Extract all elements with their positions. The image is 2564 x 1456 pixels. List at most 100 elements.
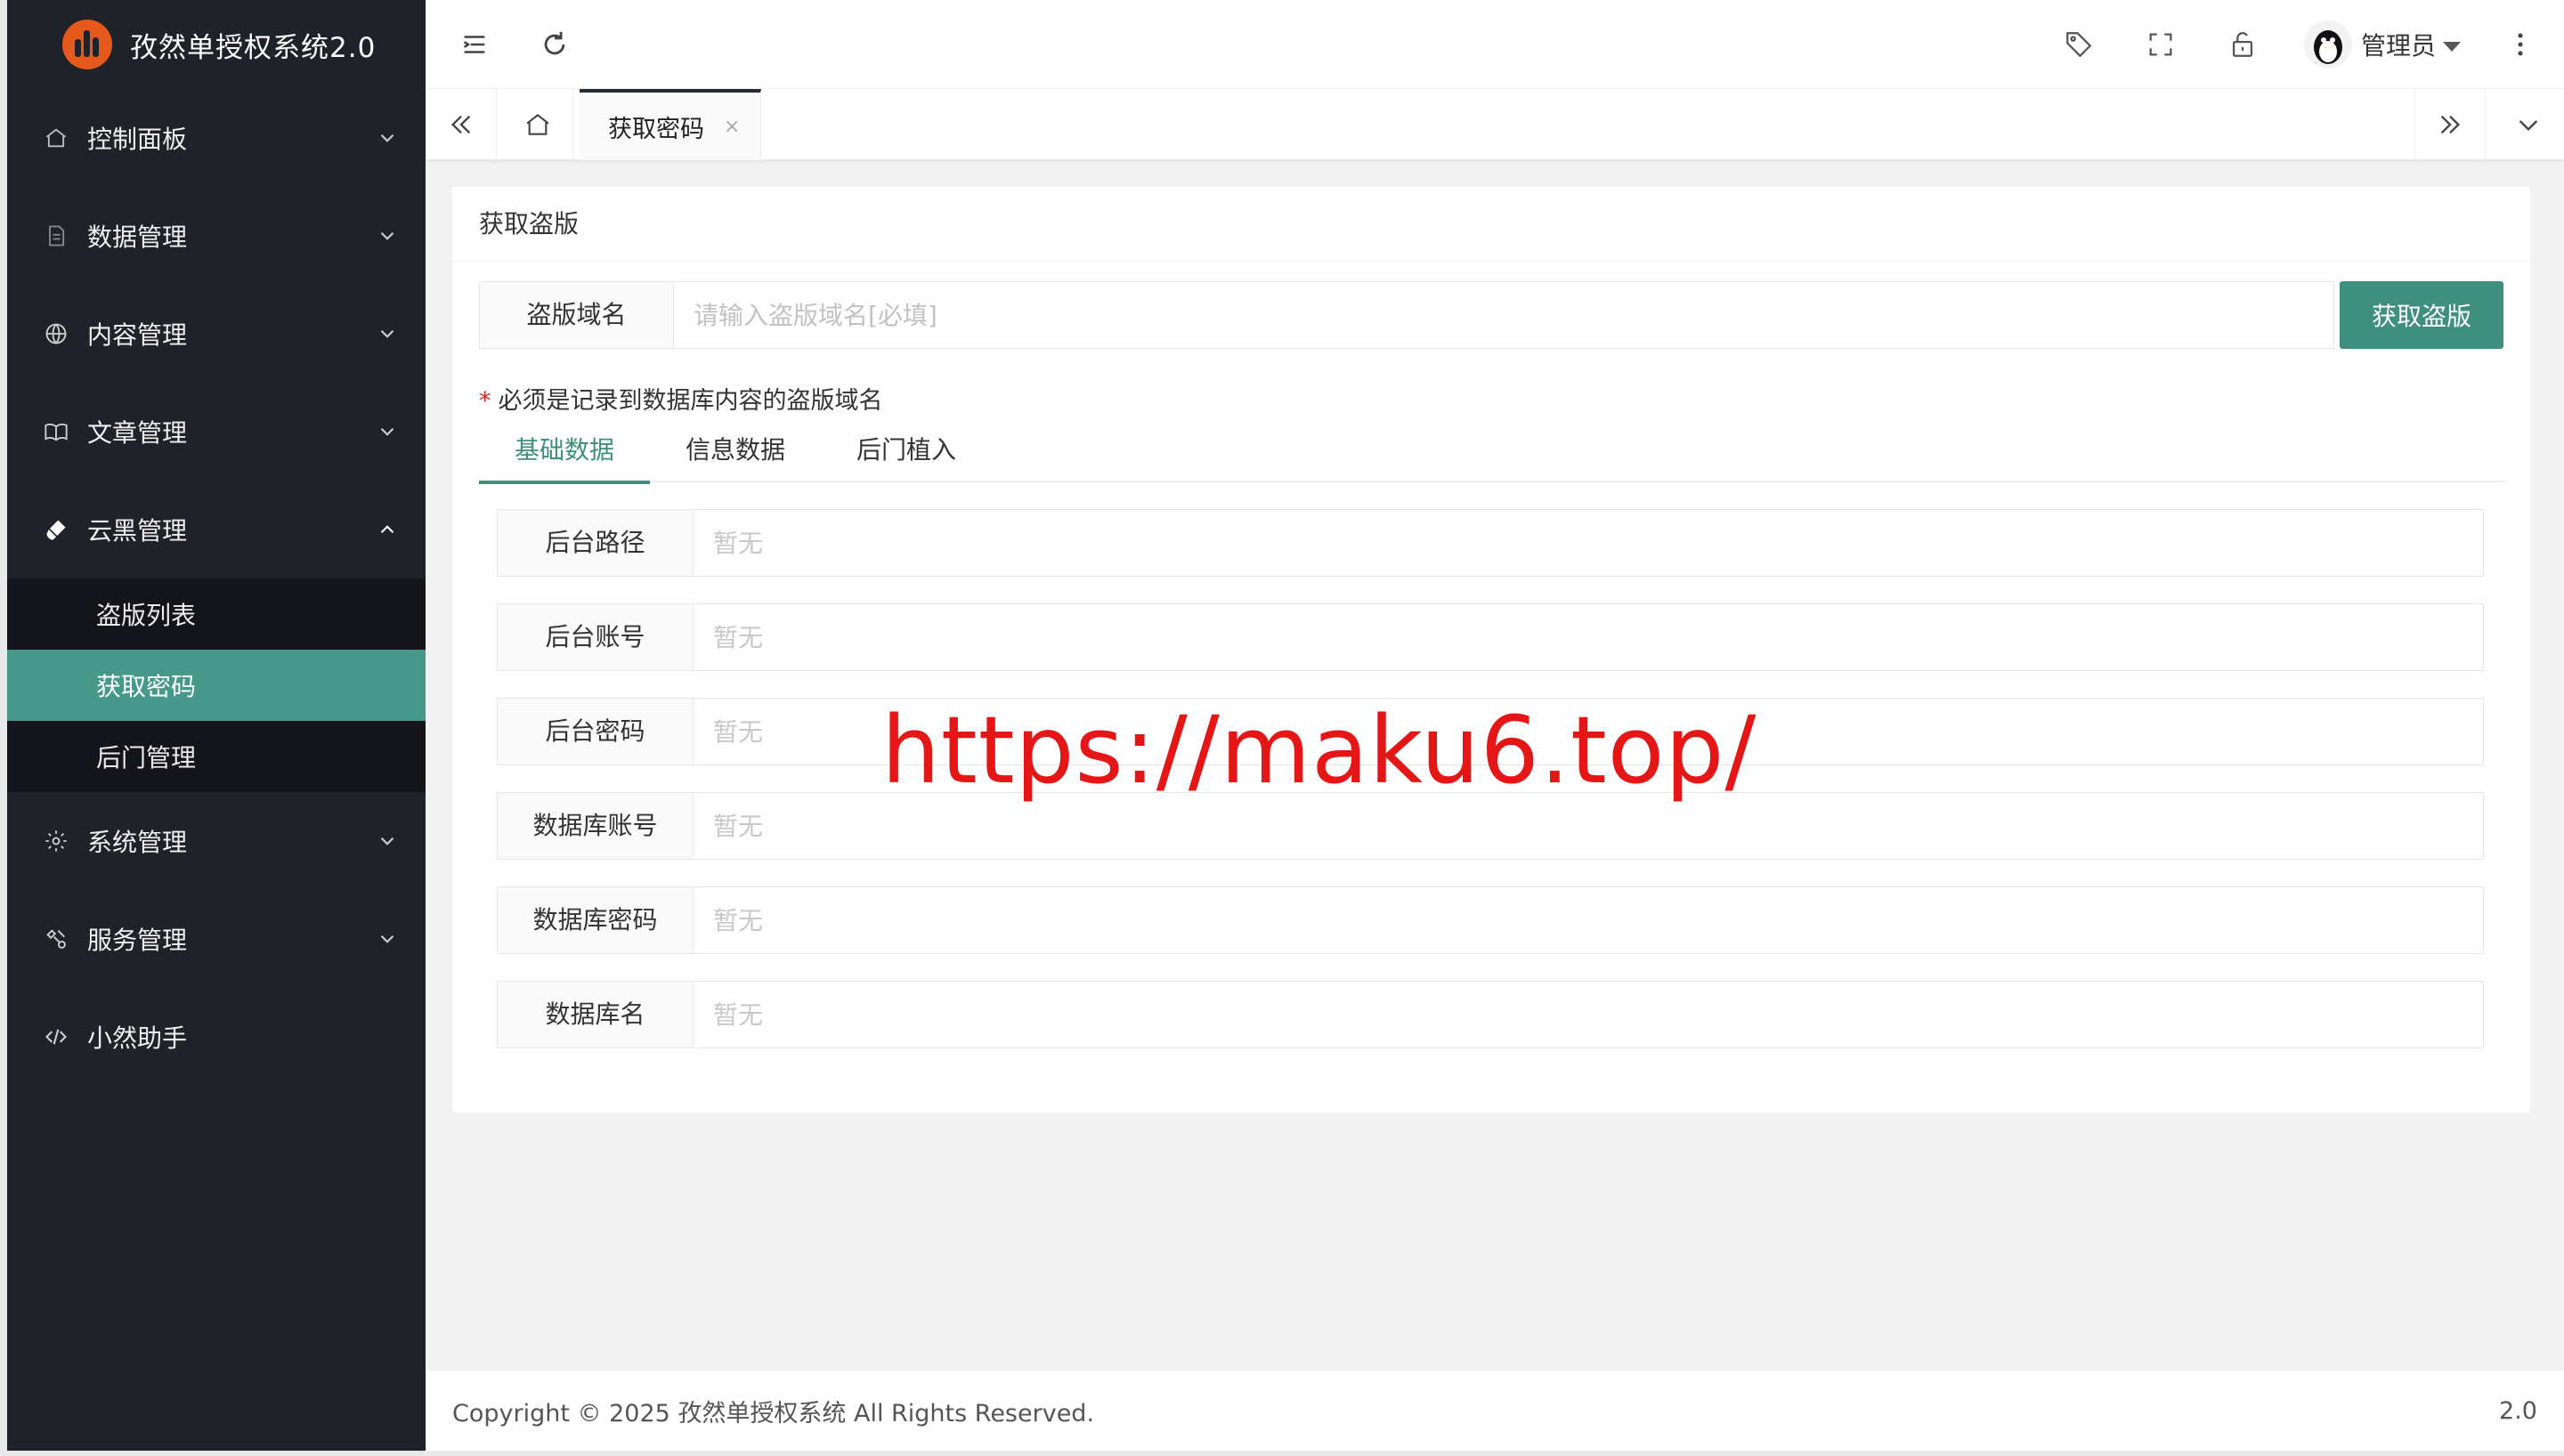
admin-account-input[interactable] bbox=[693, 603, 2484, 671]
user-menu[interactable]: 管理员 bbox=[2304, 20, 2462, 69]
home-icon bbox=[525, 113, 549, 135]
db-account-input[interactable] bbox=[693, 792, 2484, 860]
chevron-down-icon bbox=[380, 934, 394, 943]
tab-backdoor-implant[interactable]: 后门植入 bbox=[821, 425, 992, 482]
double-chevron-left-icon bbox=[450, 115, 470, 134]
admin-path-input[interactable] bbox=[693, 509, 2484, 577]
tab-basic-data[interactable]: 基础数据 bbox=[479, 425, 651, 484]
sidebar-item-label: 服务管理 bbox=[87, 926, 188, 955]
sidebar-menu: 控制面板 数据管理 内容管理 文章管理 云黑管理 盗版列表 获取密码 后门管理 … bbox=[7, 89, 426, 1086]
fullscreen-button[interactable] bbox=[2138, 22, 2183, 67]
field-db-password: 数据库密码 bbox=[497, 886, 2484, 954]
field-db-account: 数据库账号 bbox=[497, 792, 2484, 860]
logo-icon bbox=[62, 20, 112, 69]
caret-down-icon bbox=[2443, 41, 2462, 52]
close-icon[interactable]: × bbox=[724, 116, 740, 138]
window-edge bbox=[0, 0, 7, 1456]
document-icon bbox=[43, 222, 69, 249]
field-admin-path: 后台路径 bbox=[497, 509, 2484, 577]
field-db-name: 数据库名 bbox=[497, 981, 2484, 1048]
home-icon bbox=[43, 125, 69, 151]
service-icon bbox=[43, 926, 69, 952]
field-label: 后台路径 bbox=[497, 509, 693, 577]
data-tabs: 基础数据 信息数据 后门植入 bbox=[479, 425, 2505, 484]
tabs-scroll-right-button[interactable] bbox=[2414, 89, 2486, 160]
code-icon bbox=[43, 1023, 69, 1050]
brush-icon bbox=[43, 516, 69, 543]
copyright-text: Copyright © 2025 孜然单授权系统 All Rights Rese… bbox=[452, 1399, 1095, 1428]
more-icon bbox=[2518, 33, 2523, 56]
tab-info-data[interactable]: 信息数据 bbox=[650, 425, 821, 482]
lock-button[interactable] bbox=[2220, 22, 2265, 67]
sidebar-item-label: 云黑管理 bbox=[87, 516, 188, 546]
sidebar-item-label: 系统管理 bbox=[87, 828, 188, 857]
logo[interactable]: 孜然单授权系统2.0 bbox=[7, 0, 426, 89]
sidebar-item-cloud-black[interactable]: 云黑管理 bbox=[7, 481, 426, 578]
tag-icon bbox=[2066, 32, 2092, 58]
domain-input[interactable] bbox=[673, 281, 2334, 349]
domain-label: 盗版域名 bbox=[479, 281, 673, 349]
sidebar-item-assistant[interactable]: 小然助手 bbox=[7, 988, 426, 1086]
field-label: 后台密码 bbox=[497, 698, 693, 765]
chevron-down-icon bbox=[2519, 120, 2538, 132]
book-icon bbox=[43, 418, 69, 445]
window-edge bbox=[0, 1451, 2564, 1456]
tab-get-password[interactable]: 获取密码 × bbox=[580, 89, 761, 160]
sidebar-item-articles[interactable]: 文章管理 bbox=[7, 383, 426, 481]
sidebar-item-data[interactable]: 数据管理 bbox=[7, 187, 426, 285]
tab-bar: 获取密码 × bbox=[426, 89, 2564, 160]
field-admin-password: 后台密码 bbox=[497, 698, 2484, 765]
field-label: 数据库密码 bbox=[497, 886, 693, 954]
tag-button[interactable] bbox=[2057, 22, 2101, 67]
sidebar-item-content[interactable]: 内容管理 bbox=[7, 285, 426, 383]
gear-icon bbox=[43, 828, 69, 854]
chevron-down-icon bbox=[380, 133, 394, 142]
home-tab[interactable] bbox=[502, 89, 573, 160]
hint-text: 必须是记录到数据库内容的盗版域名 bbox=[498, 387, 883, 415]
fullscreen-icon bbox=[2149, 33, 2172, 56]
field-label: 数据库账号 bbox=[497, 792, 693, 860]
more-button[interactable] bbox=[2498, 22, 2543, 67]
card-title: 获取盗版 bbox=[452, 187, 2530, 262]
sidebar-item-label: 小然助手 bbox=[87, 1023, 188, 1053]
sidebar: 孜然单授权系统2.0 控制面板 数据管理 内容管理 文章管理 云黑管理 盗版列表… bbox=[0, 0, 426, 1456]
sidebar-item-label: 内容管理 bbox=[87, 320, 188, 350]
sidebar-item-dashboard[interactable]: 控制面板 bbox=[7, 89, 426, 187]
refresh-button[interactable] bbox=[532, 22, 577, 67]
sidebar-item-label: 文章管理 bbox=[87, 418, 188, 448]
avatar bbox=[2304, 20, 2352, 69]
admin-password-input[interactable] bbox=[693, 698, 2484, 765]
chevron-down-icon bbox=[380, 231, 394, 240]
sidebar-item-label: 数据管理 bbox=[87, 222, 188, 252]
field-admin-account: 后台账号 bbox=[497, 603, 2484, 671]
db-password-input[interactable] bbox=[693, 886, 2484, 954]
sidebar-item-label: 控制面板 bbox=[87, 125, 188, 154]
tabs-dropdown-button[interactable] bbox=[2493, 89, 2564, 160]
chevron-up-icon bbox=[380, 525, 394, 534]
globe-icon bbox=[43, 320, 69, 347]
domain-hint: * 必须是记录到数据库内容的盗版域名 bbox=[479, 381, 883, 416]
tabs-scroll-left-button[interactable] bbox=[426, 89, 497, 160]
domain-form-row: 盗版域名 bbox=[479, 281, 2334, 349]
db-name-input[interactable] bbox=[693, 981, 2484, 1048]
fetch-piracy-button[interactable]: 获取盗版 bbox=[2340, 281, 2503, 349]
chevron-down-icon bbox=[380, 427, 394, 436]
tab-label: 获取密码 bbox=[608, 115, 704, 143]
app-title: 孜然单授权系统2.0 bbox=[130, 31, 377, 64]
sidebar-item-system[interactable]: 系统管理 bbox=[7, 792, 426, 890]
field-label: 数据库名 bbox=[497, 981, 693, 1048]
refresh-icon bbox=[544, 31, 565, 55]
menu-toggle-button[interactable] bbox=[452, 22, 497, 67]
sidebar-item-service[interactable]: 服务管理 bbox=[7, 890, 426, 988]
user-name: 管理员 bbox=[2361, 31, 2437, 61]
top-header: 管理员 bbox=[426, 0, 2564, 89]
app-root: 孜然单授权系统2.0 控制面板 数据管理 内容管理 文章管理 云黑管理 盗版列表… bbox=[0, 0, 2564, 1456]
chevron-down-icon bbox=[380, 837, 394, 845]
required-star: * bbox=[479, 387, 491, 415]
sidebar-subitem-piracy-list[interactable]: 盗版列表 bbox=[7, 578, 426, 650]
menu-toggle-icon bbox=[463, 36, 485, 53]
get-piracy-card: 获取盗版 盗版域名 获取盗版 *必须是记录到数据库内容的盗版域名 基础数据 信息… bbox=[452, 187, 2530, 1112]
sidebar-subitem-backdoor[interactable]: 后门管理 bbox=[7, 721, 426, 792]
field-label: 后台账号 bbox=[497, 603, 693, 671]
sidebar-subitem-get-password[interactable]: 获取密码 bbox=[7, 650, 426, 721]
